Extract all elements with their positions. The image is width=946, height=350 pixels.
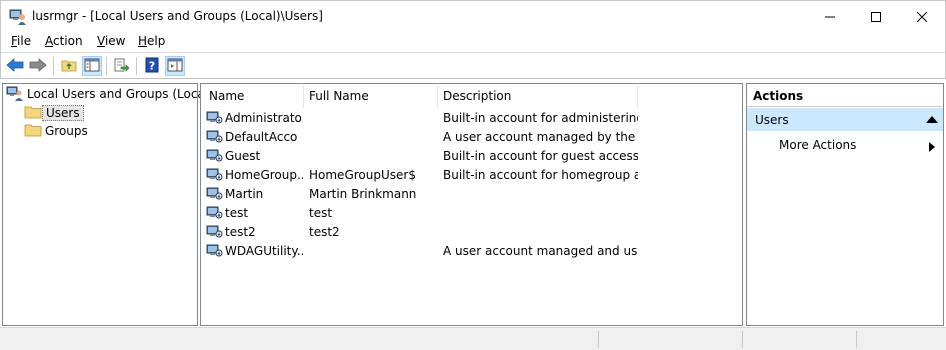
user-account-icon	[206, 243, 224, 260]
actions-group-label: Users	[755, 113, 789, 127]
toolbar-separator	[106, 57, 107, 75]
column-divider[interactable]	[637, 86, 638, 108]
cell-description: Built-in account for homegroup a...	[443, 168, 638, 182]
status-bar	[0, 327, 946, 350]
back-button[interactable]	[5, 56, 25, 76]
table-row[interactable]: Guest Built-in account for guest access t…	[204, 147, 740, 166]
cell-name: Martin	[225, 187, 264, 201]
menu-help[interactable]: Help	[138, 34, 165, 48]
table-row[interactable]: WDAGUtility... A user account managed and…	[204, 242, 740, 261]
folder-icon	[24, 104, 42, 123]
cell-full-name: test	[309, 206, 333, 220]
up-one-level-button[interactable]	[59, 56, 79, 76]
user-account-icon	[206, 205, 224, 222]
actions-group-users[interactable]: Users	[747, 108, 943, 131]
menu-file[interactable]: File	[11, 34, 31, 48]
toolbar: ?	[0, 52, 946, 79]
forward-button[interactable]	[28, 56, 48, 76]
user-account-icon	[206, 148, 224, 165]
cell-description: Built-in account for guest access t...	[443, 149, 638, 163]
user-account-icon	[206, 129, 224, 146]
table-row[interactable]: Administrator Built-in account for admini…	[204, 109, 740, 128]
help-button[interactable]: ?	[142, 56, 162, 76]
menu-view[interactable]: View	[97, 34, 125, 48]
menu-bar: File Action View Help	[0, 31, 946, 52]
window-title: lusrmgr - [Local Users and Groups (Local…	[32, 9, 323, 23]
tree-node-groups[interactable]: Groups	[24, 122, 91, 140]
submenu-arrow-icon	[929, 142, 935, 152]
up-folder-icon	[61, 58, 77, 75]
cell-name: HomeGroup...	[225, 168, 303, 182]
user-account-icon	[206, 224, 224, 241]
column-divider[interactable]	[303, 86, 304, 108]
cell-name: test	[225, 206, 249, 220]
title-bar: lusrmgr - [Local Users and Groups (Local…	[0, 0, 946, 31]
back-arrow-icon	[6, 57, 24, 75]
show-hide-action-pane-button[interactable]	[165, 56, 185, 76]
console-tree: Local Users and Groups (Local) Users Gro…	[2, 83, 213, 326]
actions-title: Actions	[747, 84, 943, 107]
users-list: Name Full Name Description Administrator…	[200, 83, 743, 326]
tree-node-users[interactable]: Users	[24, 104, 84, 122]
cell-name: WDAGUtility...	[225, 244, 303, 258]
cell-description: A user account managed and use...	[443, 244, 638, 258]
cell-description: A user account managed by the s...	[443, 130, 638, 144]
close-button[interactable]	[899, 1, 945, 32]
show-tree-icon	[84, 58, 100, 75]
show-hide-tree-button[interactable]	[82, 56, 102, 76]
user-account-icon	[206, 167, 224, 184]
more-actions-label: More Actions	[779, 138, 857, 152]
column-divider[interactable]	[437, 86, 438, 108]
svg-text:?: ?	[149, 59, 155, 72]
cell-full-name: HomeGroupUser$	[309, 168, 416, 182]
computer-management-icon	[9, 8, 27, 25]
forward-arrow-icon	[29, 57, 47, 75]
cell-name: DefaultAcco	[225, 130, 298, 144]
table-row[interactable]: test2 test2	[204, 223, 740, 242]
user-account-icon	[206, 110, 224, 127]
cell-full-name: Martin Brinkmann	[309, 187, 417, 201]
table-row[interactable]: HomeGroup... HomeGroupUser$ Built-in accou…	[204, 166, 740, 185]
tree-node-root[interactable]: Local Users and Groups (Local)	[6, 85, 216, 103]
cell-full-name: test2	[309, 225, 340, 239]
status-separator	[742, 331, 743, 348]
more-actions-item[interactable]: More Actions	[747, 136, 943, 156]
export-list-button[interactable]	[112, 56, 132, 76]
table-row[interactable]: Martin Martin Brinkmann	[204, 185, 740, 204]
export-list-icon	[114, 58, 130, 75]
tree-groups-label: Groups	[45, 124, 88, 138]
toolbar-separator	[53, 57, 54, 75]
status-separator	[598, 331, 599, 348]
cell-name: test2	[225, 225, 256, 239]
collapse-arrow-icon[interactable]	[926, 116, 938, 123]
user-account-icon	[206, 186, 224, 203]
maximize-button[interactable]	[853, 1, 899, 32]
table-row[interactable]: test test	[204, 204, 740, 223]
status-separator	[856, 331, 857, 348]
menu-action[interactable]: Action	[45, 34, 83, 48]
minimize-button[interactable]	[807, 1, 853, 32]
column-header-full-name[interactable]: Full Name	[309, 89, 369, 107]
cell-name: Guest	[225, 149, 261, 163]
tree-users-label: Users	[42, 105, 84, 121]
help-icon: ?	[145, 57, 159, 76]
table-row[interactable]: DefaultAcco A user account managed by the…	[204, 128, 740, 147]
cell-name: Administrator	[225, 111, 303, 125]
computer-users-icon	[6, 85, 24, 104]
column-header-name[interactable]: Name	[209, 89, 244, 107]
tree-root-label: Local Users and Groups (Local)	[27, 87, 213, 101]
column-header-description[interactable]: Description	[443, 89, 511, 107]
action-pane-icon	[167, 58, 183, 75]
cell-description: Built-in account for administering...	[443, 111, 638, 125]
toolbar-separator	[136, 57, 137, 75]
actions-pane: Actions Users More Actions	[746, 83, 944, 326]
folder-icon	[24, 122, 42, 141]
